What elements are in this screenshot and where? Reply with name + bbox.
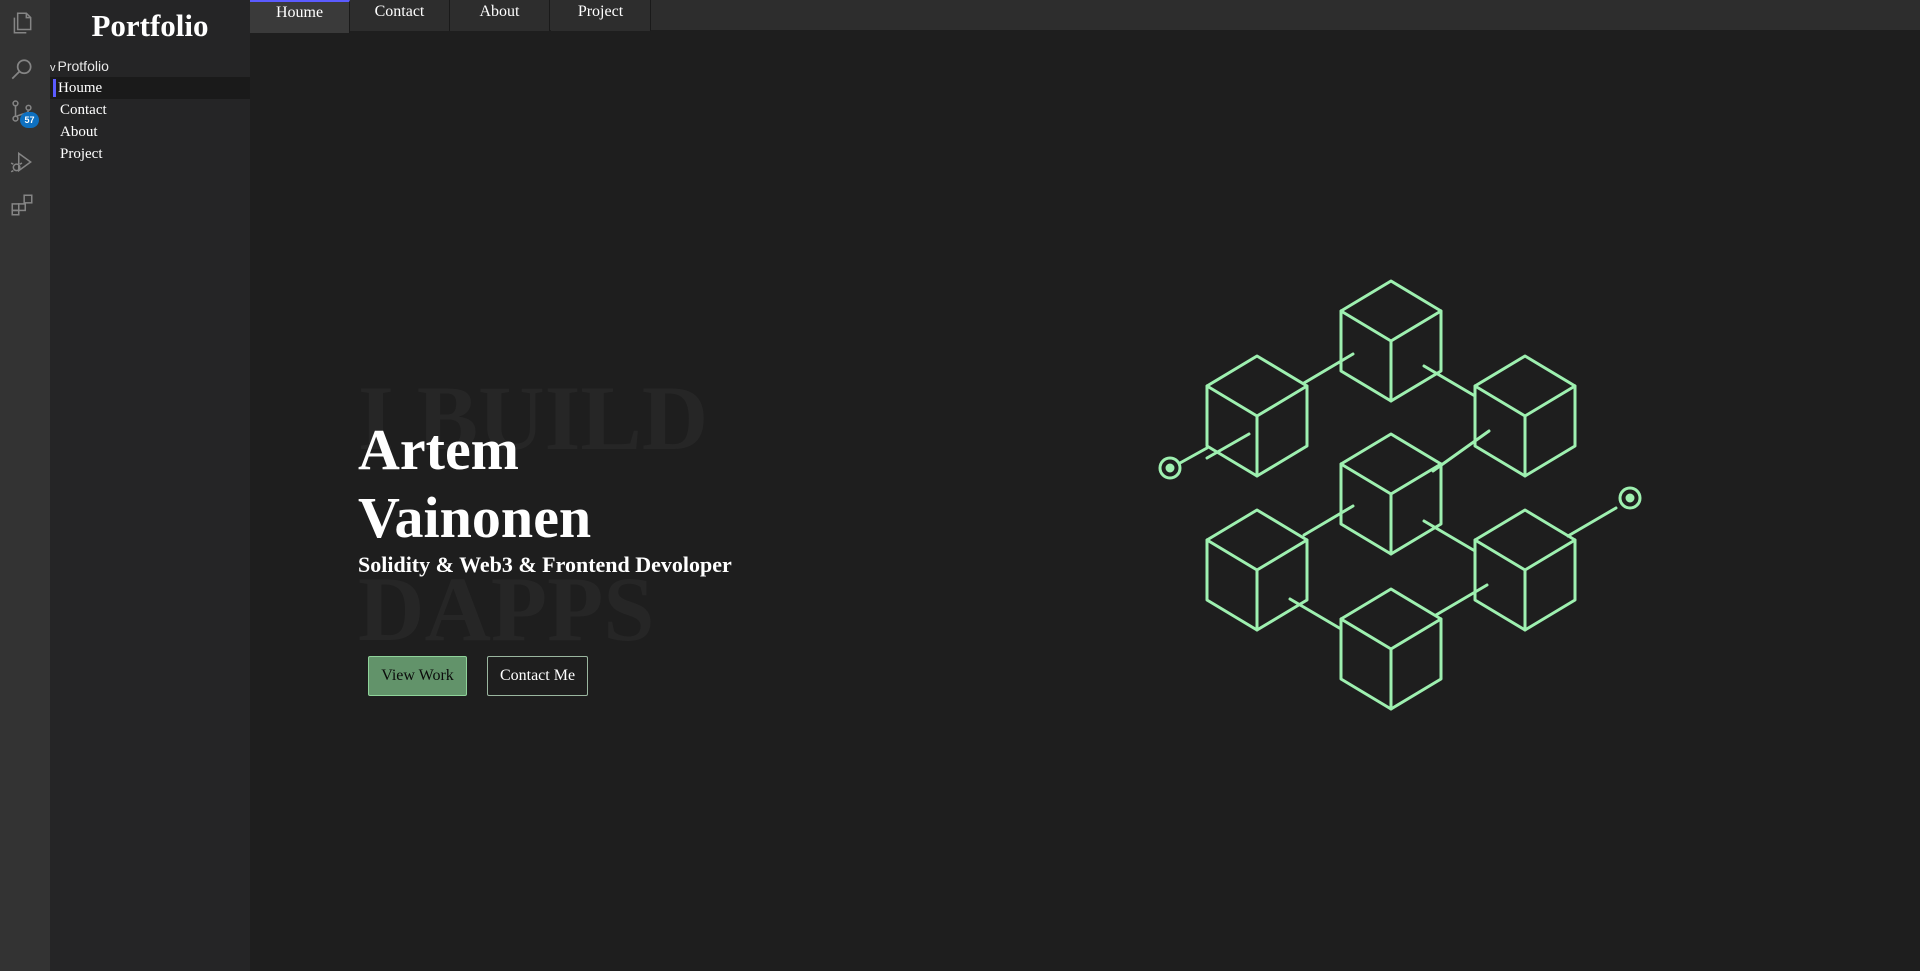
blockchain-cubes-illustration [1158, 279, 1642, 711]
sidebar-item-label: About [60, 124, 98, 140]
hero-subtitle: Solidity & Web3 & Frontend Devoloper [358, 552, 732, 577]
cube-bottom [1339, 587, 1443, 711]
connector-lines [1205, 352, 1618, 631]
sidebar-item-contact[interactable]: Contact [50, 99, 250, 121]
tree-root-label: Protfolio [57, 58, 109, 74]
files-icon[interactable] [7, 8, 37, 38]
chevron-down-icon: v [50, 62, 56, 74]
sidebar-item-label: Project [60, 146, 103, 162]
sidebar-title: Portfolio [91, 8, 209, 43]
cube-left-upper [1205, 354, 1309, 478]
cube-center [1339, 432, 1443, 556]
search-icon[interactable] [7, 55, 37, 85]
tab-about[interactable]: About [450, 0, 550, 31]
cube-right-lower [1473, 508, 1577, 632]
cube-right-upper [1473, 354, 1577, 478]
hero-name-first: Artem [358, 417, 520, 482]
run-debug-icon[interactable] [7, 147, 37, 177]
tab-bar: Houme Contact About Project [250, 0, 1920, 33]
sidebar-item-houme[interactable]: Houme [50, 77, 250, 99]
sidebar-item-project[interactable]: Project [50, 143, 250, 165]
contact-me-button[interactable]: Contact Me [487, 656, 588, 696]
sidebar-item-label: Houme [58, 80, 103, 96]
cube-left-lower [1205, 508, 1309, 632]
cube-top [1339, 279, 1443, 403]
tab-project[interactable]: Project [551, 0, 651, 31]
tab-contact[interactable]: Contact [350, 0, 450, 31]
hero-name-last: Vainonen [358, 485, 592, 550]
extensions-icon[interactable] [7, 190, 37, 220]
activity-bar: 57 [0, 0, 50, 971]
explorer-sidebar: Portfolio v Protfolio Houme Contact About… [50, 0, 250, 971]
endpoint-nodes [1158, 446, 1642, 510]
tree-root[interactable]: v Protfolio [50, 58, 109, 74]
source-control-badge: 57 [20, 112, 39, 128]
view-work-button[interactable]: View Work [368, 656, 467, 696]
tab-houme[interactable]: Houme [250, 0, 350, 33]
sidebar-item-about[interactable]: About [50, 121, 250, 143]
sidebar-item-label: Contact [60, 102, 107, 118]
